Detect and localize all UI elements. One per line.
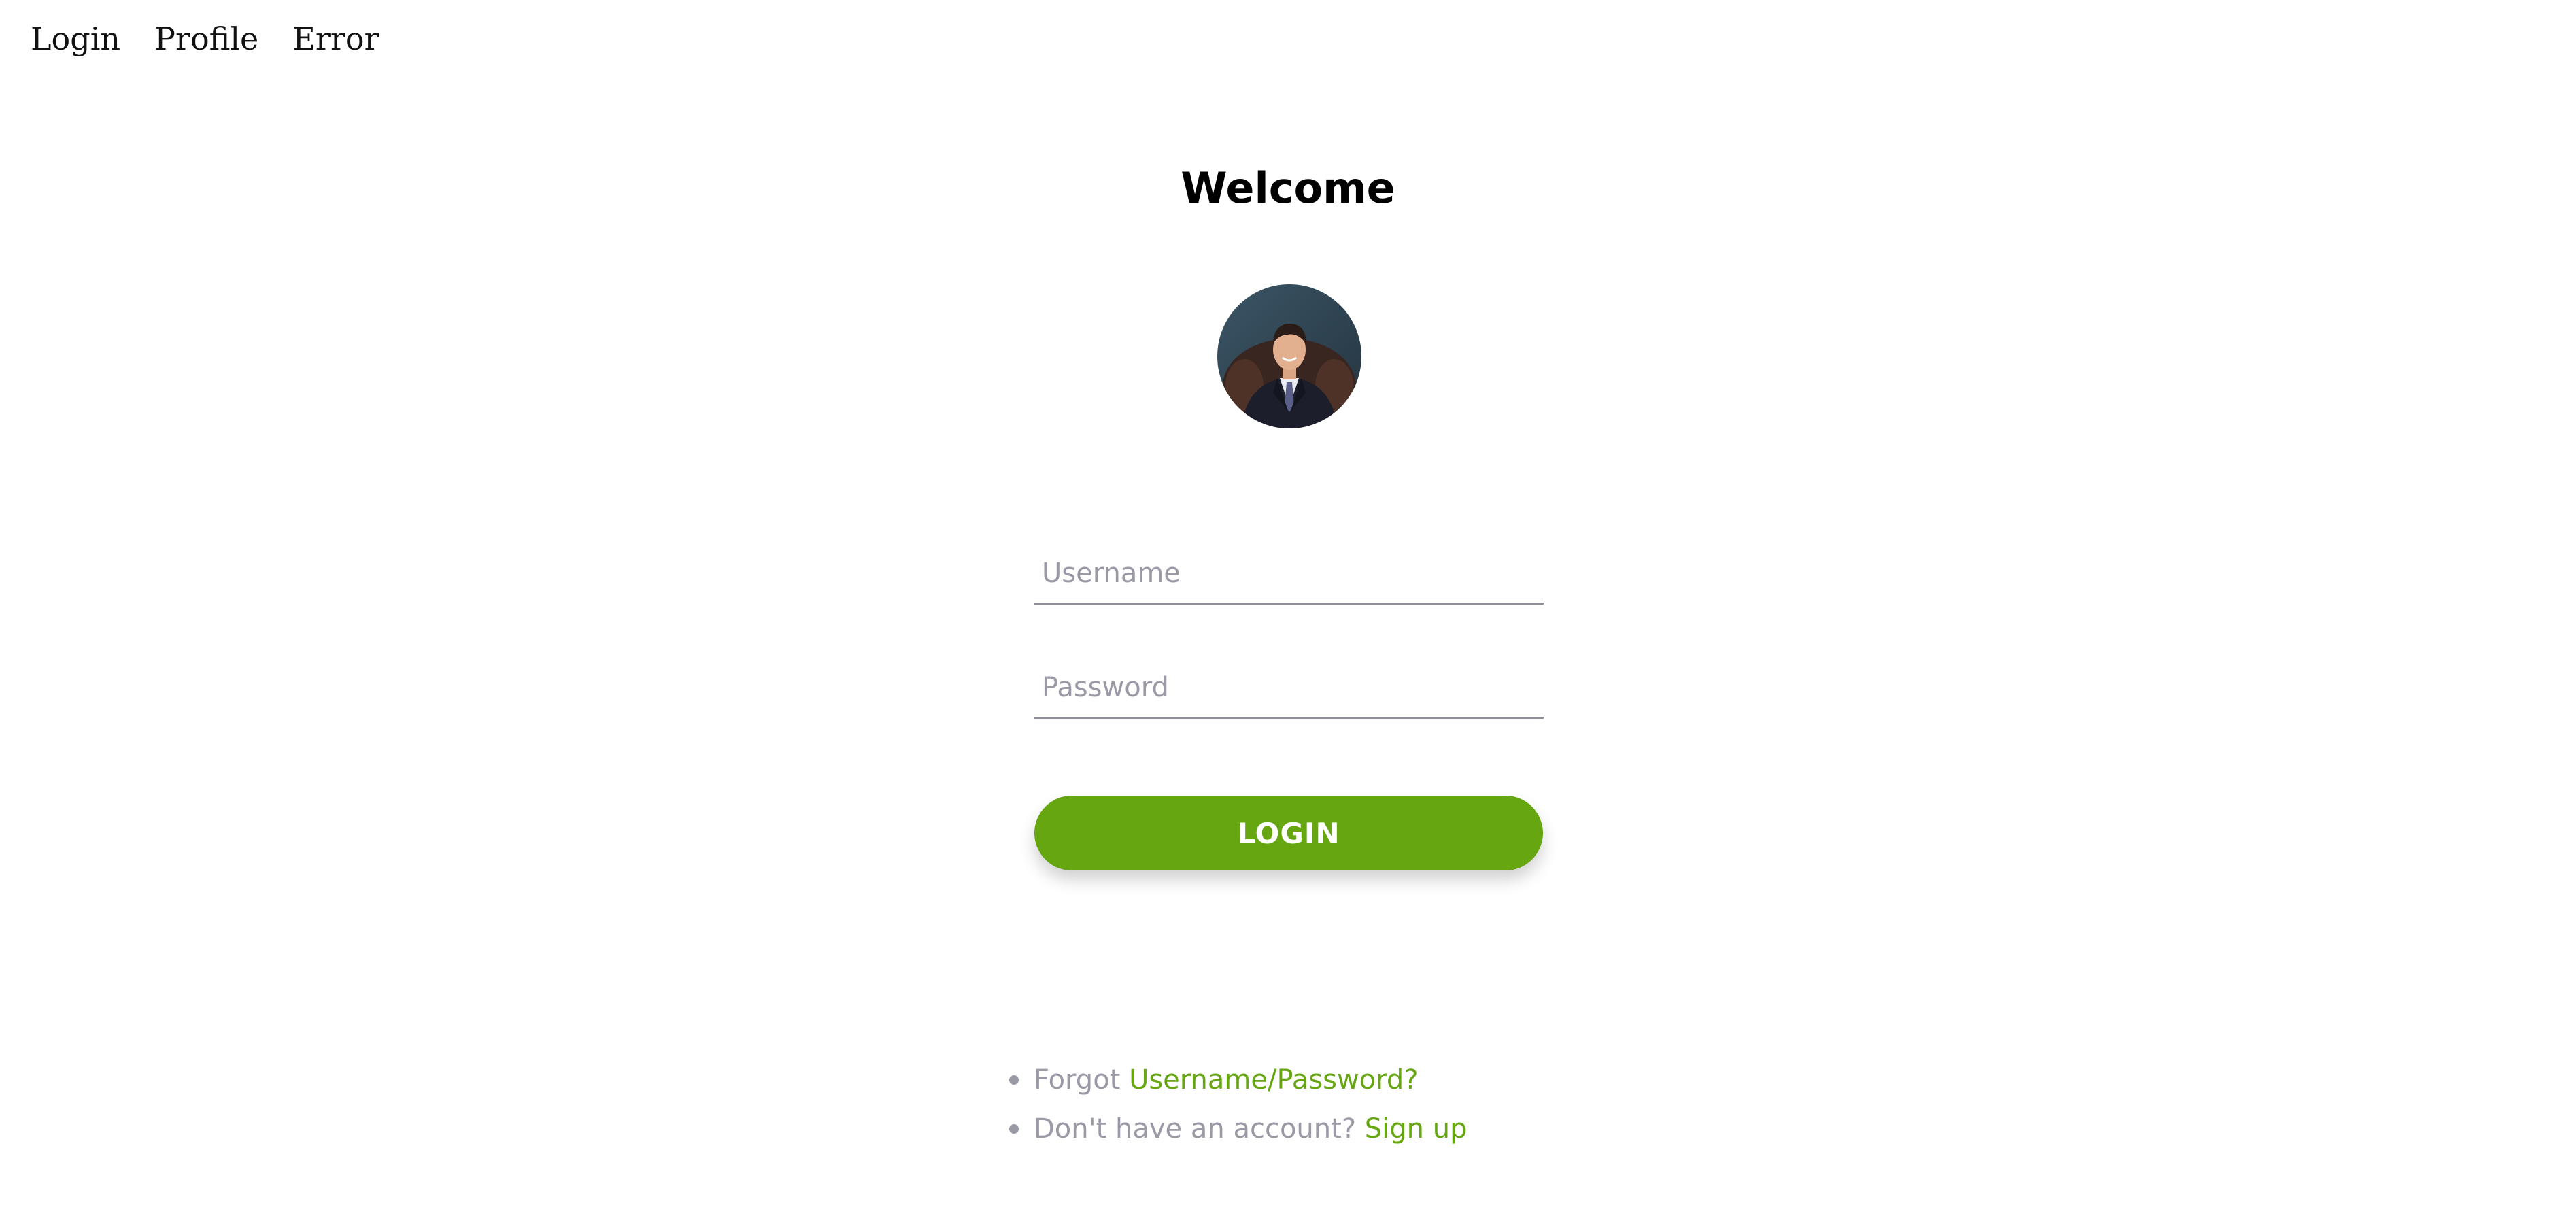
list-item: Forgot Username/Password? <box>1006 1061 1467 1110</box>
bullet-icon <box>1009 1075 1019 1085</box>
avatar <box>1217 284 1361 428</box>
profile-photo-icon <box>1217 284 1361 428</box>
forgot-prefix-text: Forgot <box>1034 1064 1121 1096</box>
username-field-wrapper <box>1034 544 1544 605</box>
bullet-icon <box>1009 1124 1019 1134</box>
password-input[interactable] <box>1034 658 1544 717</box>
signup-prefix-text: Don't have an account? <box>1034 1113 1357 1145</box>
username-input[interactable] <box>1034 544 1544 603</box>
password-field-wrapper <box>1034 658 1544 719</box>
signup-link[interactable]: Sign up <box>1365 1113 1468 1145</box>
login-button[interactable]: LOGIN <box>1034 796 1543 870</box>
login-page: Welcome Username LOGIN Forgot Username/P… <box>0 0 2576 1218</box>
forgot-credentials-link[interactable]: Username/Password? <box>1129 1064 1418 1096</box>
page-title: Welcome <box>1181 163 1395 213</box>
help-links: Forgot Username/Password? Don't have an … <box>1006 1061 1467 1159</box>
list-item: Don't have an account? Sign up <box>1006 1110 1467 1159</box>
